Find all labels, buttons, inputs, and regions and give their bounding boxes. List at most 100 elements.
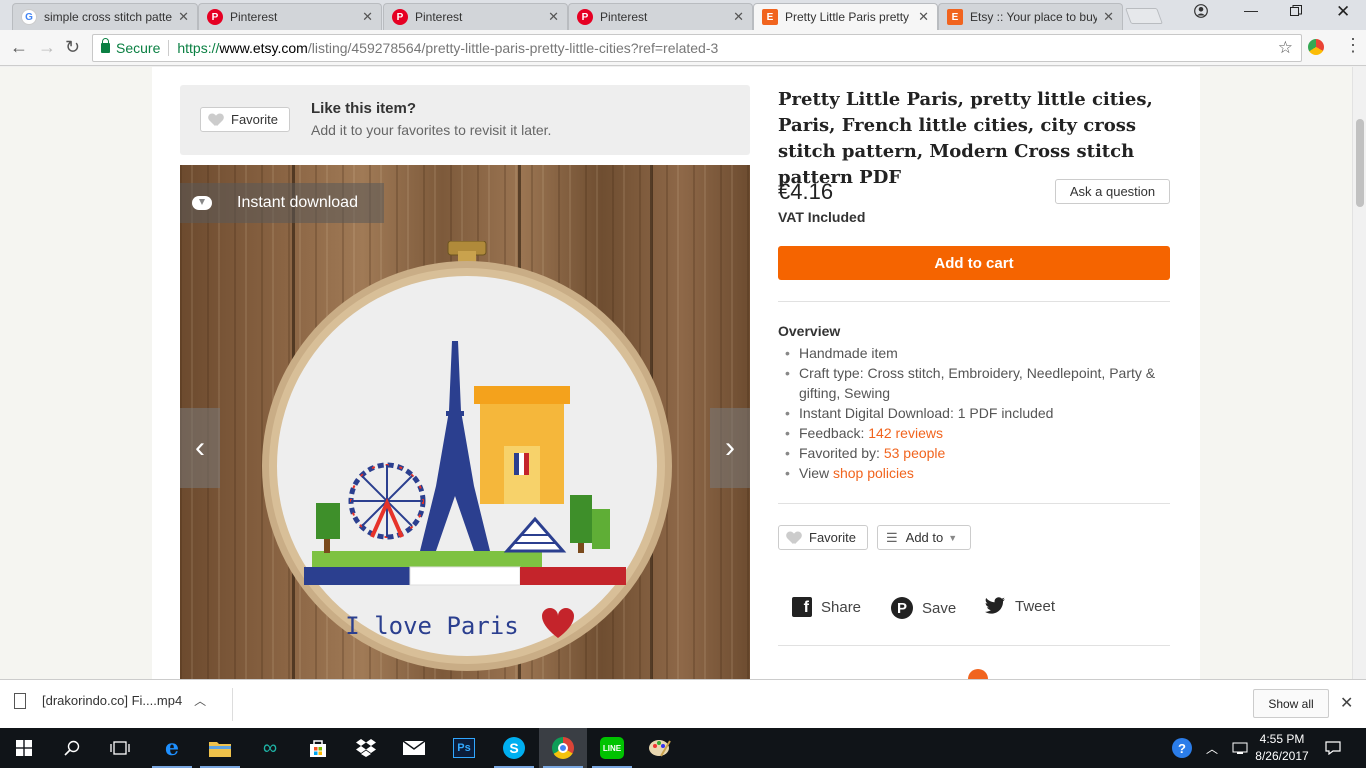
reviews-link[interactable]: 142 reviews bbox=[868, 425, 943, 441]
download-item[interactable]: [drakorindo.co] Fi....mp4 ︿ bbox=[14, 692, 206, 709]
list-item: Favorited by: 53 people bbox=[778, 443, 1170, 463]
download-cloud-icon bbox=[192, 196, 212, 210]
tweet-button[interactable]: Tweet bbox=[984, 597, 1055, 615]
paint-icon[interactable] bbox=[636, 728, 684, 768]
list-item: View shop policies bbox=[778, 463, 1170, 483]
notifications-icon[interactable] bbox=[1325, 728, 1341, 768]
skype-icon[interactable]: S bbox=[490, 728, 538, 768]
address-bar[interactable]: Secure https:// www.etsy.com /listing/45… bbox=[92, 34, 1302, 62]
tab-close-button[interactable]: ✕ bbox=[548, 9, 559, 25]
tab-close-button[interactable]: ✕ bbox=[1103, 9, 1114, 25]
secure-indicator[interactable]: Secure bbox=[101, 38, 161, 56]
search-icon[interactable] bbox=[48, 728, 96, 768]
heart-icon bbox=[209, 114, 223, 126]
divider bbox=[232, 688, 233, 721]
url-scheme: https:// bbox=[177, 40, 220, 56]
tab-pinterest-3[interactable]: P Pinterest ✕ bbox=[568, 3, 753, 30]
favorite-prompt-subtitle: Add it to your favorites to revisit it l… bbox=[311, 122, 552, 138]
minimize-button[interactable]: — bbox=[1244, 2, 1258, 18]
add-to-label: Add to bbox=[905, 530, 944, 545]
back-arrow-icon[interactable]: ← bbox=[10, 37, 28, 58]
next-image-arrow[interactable]: › bbox=[710, 408, 750, 488]
system-clock[interactable]: 4:55 PM 8/26/2017 bbox=[1252, 731, 1312, 765]
chevron-up-icon[interactable]: ︿ bbox=[194, 692, 206, 709]
line-icon[interactable]: LINE bbox=[588, 728, 636, 768]
pinterest-icon: P bbox=[891, 597, 913, 619]
photoshop-icon[interactable]: Ps bbox=[440, 728, 488, 768]
reload-icon[interactable]: ↻ bbox=[65, 37, 80, 58]
add-to-cart-button[interactable]: Add to cart bbox=[778, 246, 1170, 280]
favorited-people-link[interactable]: 53 people bbox=[884, 445, 946, 461]
bookmark-star-icon[interactable]: ☆ bbox=[1278, 38, 1293, 58]
ask-question-button[interactable]: Ask a question bbox=[1055, 179, 1170, 204]
tab-close-button[interactable]: ✕ bbox=[178, 9, 189, 25]
tweet-label: Tweet bbox=[1015, 597, 1056, 615]
page-scrollbar[interactable] bbox=[1352, 67, 1366, 679]
new-tab-button[interactable] bbox=[1125, 8, 1163, 24]
tab-title: Etsy :: Your place to buy bbox=[970, 10, 1098, 24]
chrome-menu-icon[interactable]: ⋮ bbox=[1344, 36, 1362, 54]
favorite-label: Favorite bbox=[231, 112, 278, 127]
product-title: Pretty Little Paris, pretty little citie… bbox=[778, 89, 1153, 188]
store-icon[interactable] bbox=[294, 728, 342, 768]
view-label: View bbox=[799, 465, 833, 481]
tab-strip: G simple cross stitch patte ✕ P Pinteres… bbox=[0, 0, 1366, 30]
clock-time: 4:55 PM bbox=[1259, 732, 1305, 746]
profile-icon[interactable] bbox=[1194, 4, 1208, 21]
facebook-icon: f bbox=[792, 597, 812, 617]
list-item: Instant Digital Download: 1 PDF included bbox=[778, 403, 1170, 423]
decorative-graphic bbox=[968, 669, 988, 679]
vat-label: VAT Included bbox=[778, 209, 866, 225]
mail-icon[interactable] bbox=[390, 728, 438, 768]
tab-close-button[interactable]: ✕ bbox=[362, 9, 373, 25]
forward-arrow-icon[interactable]: → bbox=[38, 37, 56, 58]
shop-policies-link[interactable]: shop policies bbox=[833, 465, 914, 481]
favorite-button-secondary[interactable]: Favorite bbox=[778, 525, 868, 550]
product-price: €4.16 bbox=[778, 179, 834, 204]
etsy-icon: E bbox=[762, 9, 778, 25]
favorite-prompt: Favorite Like this item? Add it to your … bbox=[180, 85, 750, 155]
windows-start-icon[interactable] bbox=[0, 728, 48, 768]
chrome-icon[interactable] bbox=[539, 728, 587, 768]
task-view-icon[interactable] bbox=[96, 728, 144, 768]
file-explorer-icon[interactable] bbox=[196, 728, 244, 768]
tab-etsy-listing[interactable]: E Pretty Little Paris pretty ✕ bbox=[753, 3, 938, 30]
save-pinterest-button[interactable]: P Save bbox=[891, 597, 956, 619]
prev-image-arrow[interactable]: ‹ bbox=[180, 408, 220, 488]
url-host: www.etsy.com bbox=[219, 40, 308, 56]
show-all-button[interactable]: Show all bbox=[1253, 689, 1329, 718]
feedback-label: Feedback: bbox=[799, 425, 869, 441]
google-g-icon: G bbox=[21, 9, 37, 25]
arduino-icon[interactable]: ∞ bbox=[246, 728, 294, 768]
scrollbar-thumb[interactable] bbox=[1356, 119, 1364, 207]
tab-pinterest-1[interactable]: P Pinterest ✕ bbox=[198, 3, 382, 30]
window-close-button[interactable]: ✕ bbox=[1336, 2, 1350, 22]
favorite-button[interactable]: Favorite bbox=[200, 107, 290, 132]
tab-google-search[interactable]: G simple cross stitch patte ✕ bbox=[12, 3, 198, 30]
browser-toolbar: ← → ↻ Secure https:// www.etsy.com /list… bbox=[0, 30, 1366, 66]
tab-etsy-home[interactable]: E Etsy :: Your place to buy ✕ bbox=[938, 3, 1123, 30]
close-shelf-icon[interactable]: ✕ bbox=[1340, 693, 1353, 713]
product-image[interactable]: I love Paris Instant download ‹ › bbox=[180, 165, 750, 679]
network-icon[interactable] bbox=[1232, 728, 1248, 768]
tab-close-button[interactable]: ✕ bbox=[733, 9, 744, 25]
help-icon[interactable]: ? bbox=[1172, 728, 1192, 768]
heart-icon bbox=[787, 532, 801, 544]
show-hidden-icons-chevron[interactable]: ︿ bbox=[1206, 728, 1218, 768]
restore-button[interactable] bbox=[1290, 4, 1302, 20]
dropbox-icon[interactable] bbox=[342, 728, 390, 768]
instant-download-label: Instant download bbox=[237, 194, 358, 211]
share-label: Share bbox=[821, 598, 862, 616]
tab-pinterest-2[interactable]: P Pinterest ✕ bbox=[383, 3, 568, 30]
edge-icon[interactable]: e bbox=[148, 728, 196, 768]
share-facebook-button[interactable]: f Share bbox=[792, 597, 861, 617]
listing-content: Favorite Like this item? Add it to your … bbox=[152, 67, 1200, 679]
list-item: Craft type: Cross stitch, Embroidery, Ne… bbox=[778, 363, 1170, 403]
tab-close-button[interactable]: ✕ bbox=[918, 9, 929, 25]
secure-label: Secure bbox=[116, 40, 161, 56]
extension-icon[interactable] bbox=[1308, 39, 1324, 55]
save-label: Save bbox=[922, 599, 957, 617]
file-icon bbox=[14, 692, 26, 709]
tab-title: Pinterest bbox=[230, 10, 278, 24]
add-to-list-button[interactable]: ☰ Add to ▼ bbox=[877, 525, 971, 550]
